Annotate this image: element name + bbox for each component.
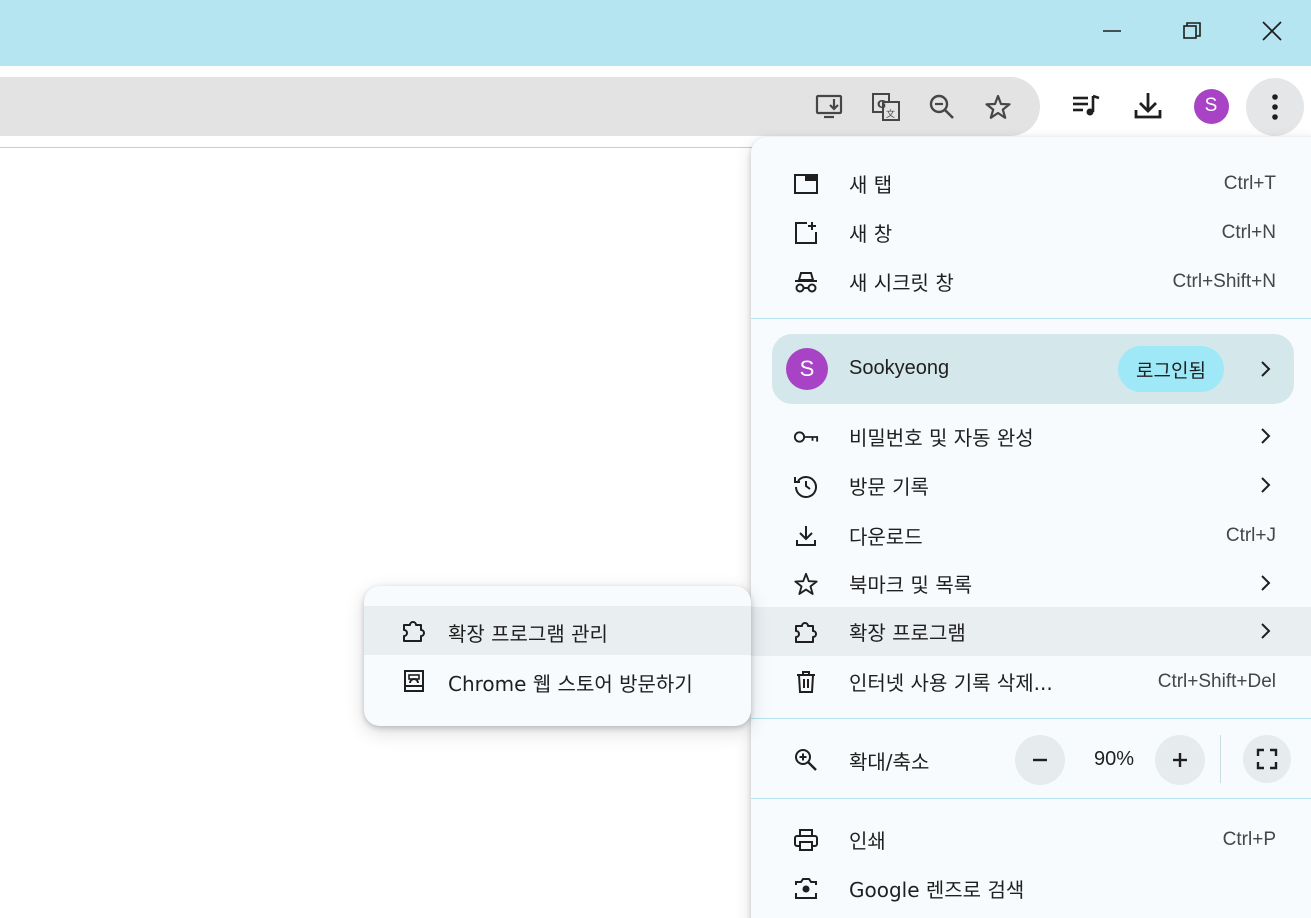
menu-shortcut: Ctrl+J <box>1225 524 1276 546</box>
submenu-item-manage-extensions[interactable]: 확장 프로그램 관리 <box>364 606 751 655</box>
download-icon <box>793 523 819 549</box>
avatar: S <box>1193 88 1229 124</box>
zoom-out-button[interactable] <box>1015 735 1065 785</box>
menu-item-clear-browsing-data[interactable]: 인터넷 사용 기록 삭제... Ctrl+Shift+Del <box>751 657 1311 706</box>
close-icon <box>1262 21 1282 41</box>
web-store-icon <box>401 668 427 694</box>
chevron-right-icon <box>1261 477 1271 493</box>
profile-row[interactable]: S Sookyeong 로그인됨 <box>772 334 1294 404</box>
menu-label: 새 탭 <box>849 173 893 197</box>
minimize-icon <box>1103 30 1121 32</box>
menu-label: Google 렌즈로 검색 <box>849 878 1025 902</box>
extensions-submenu: 확장 프로그램 관리 Chrome 웹 스토어 방문하기 <box>364 586 751 726</box>
translate-button[interactable]: G文 <box>864 85 908 129</box>
more-vert-icon <box>1272 94 1278 120</box>
menu-label: 확대/축소 <box>849 749 930 774</box>
menu-item-google-lens[interactable]: Google 렌즈로 검색 <box>751 864 1311 913</box>
chrome-main-menu: 새 탭 Ctrl+T 새 창 Ctrl+N 새 시크릿 창 Ctrl+Shift… <box>751 137 1311 918</box>
zoom-level: 90% <box>1093 748 1135 770</box>
new-tab-icon <box>793 171 819 197</box>
menu-label: 비밀번호 및 자동 완성 <box>849 426 1034 450</box>
submenu-label: 확장 프로그램 관리 <box>448 622 608 646</box>
menu-item-print[interactable]: 인쇄 Ctrl+P <box>751 815 1311 864</box>
menu-divider <box>751 318 1311 319</box>
download-icon <box>1134 93 1162 119</box>
media-queue-button[interactable] <box>1064 84 1108 128</box>
profile-avatar: S <box>786 348 828 390</box>
menu-label: 확장 프로그램 <box>849 621 966 645</box>
more-menu-button[interactable] <box>1246 78 1304 136</box>
translate-icon: G文 <box>872 93 900 121</box>
menu-divider <box>751 798 1311 799</box>
menu-item-downloads[interactable]: 다운로드 Ctrl+J <box>751 511 1311 560</box>
signed-in-badge: 로그인됨 <box>1118 346 1224 392</box>
svg-text:文: 文 <box>886 108 895 120</box>
menu-shortcut: Ctrl+N <box>1221 221 1276 243</box>
menu-item-incognito[interactable]: 새 시크릿 창 Ctrl+Shift+N <box>751 257 1311 306</box>
chevron-right-icon <box>1261 575 1271 591</box>
puzzle-icon <box>793 619 819 645</box>
fullscreen-button[interactable] <box>1243 735 1291 783</box>
menu-label: 새 시크릿 창 <box>849 271 954 295</box>
chevron-right-icon <box>1261 428 1271 444</box>
profile-button[interactable]: S <box>1189 84 1233 128</box>
new-window-icon <box>793 220 819 246</box>
menu-label: 북마크 및 목록 <box>849 573 973 597</box>
menu-shortcut: Ctrl+Shift+Del <box>1157 670 1276 692</box>
menu-shortcut: Ctrl+Shift+N <box>1172 270 1276 292</box>
close-window-button[interactable] <box>1232 0 1311 62</box>
lens-icon <box>793 876 819 902</box>
submenu-item-web-store[interactable]: Chrome 웹 스토어 방문하기 <box>364 656 751 705</box>
title-bar <box>0 0 1311 66</box>
minimize-button[interactable] <box>1072 0 1152 62</box>
zoom-in-button[interactable] <box>1155 735 1205 785</box>
profile-name: Sookyeong <box>849 357 950 379</box>
chevron-right-icon <box>1261 361 1271 377</box>
minus-icon <box>1033 758 1047 762</box>
menu-label: 인터넷 사용 기록 삭제... <box>849 671 1053 695</box>
menu-item-passwords[interactable]: 비밀번호 및 자동 완성 <box>751 412 1311 461</box>
key-icon <box>793 424 819 450</box>
menu-shortcut: Ctrl+T <box>1223 172 1276 194</box>
svg-text:G: G <box>877 98 886 111</box>
zoom-out-icon <box>929 94 954 119</box>
menu-divider <box>751 718 1311 719</box>
install-app-icon <box>815 94 843 119</box>
menu-item-new-tab[interactable]: 새 탭 Ctrl+T <box>751 159 1311 208</box>
trash-icon <box>793 669 819 695</box>
star-icon <box>985 94 1011 119</box>
restore-icon <box>1183 22 1201 39</box>
install-app-button[interactable] <box>808 85 852 129</box>
menu-item-bookmarks[interactable]: 북마크 및 목록 <box>751 559 1311 608</box>
media-queue-icon <box>1073 94 1100 116</box>
incognito-icon <box>793 269 819 295</box>
menu-item-history[interactable]: 방문 기록 <box>751 461 1311 510</box>
menu-label: 새 창 <box>849 222 893 246</box>
chevron-right-icon <box>1261 623 1271 639</box>
menu-item-new-window[interactable]: 새 창 Ctrl+N <box>751 208 1311 257</box>
menu-label: 다운로드 <box>849 525 923 549</box>
restore-button[interactable] <box>1152 0 1232 62</box>
zoom-divider <box>1220 735 1221 783</box>
zoom-in-icon <box>793 747 819 773</box>
toolbar: G文 S <box>0 66 1311 148</box>
menu-shortcut: Ctrl+P <box>1222 828 1276 850</box>
puzzle-icon <box>401 618 427 644</box>
submenu-label: Chrome 웹 스토어 방문하기 <box>448 672 693 696</box>
star-icon <box>793 571 819 597</box>
menu-item-extensions[interactable]: 확장 프로그램 <box>751 607 1311 656</box>
menu-label: 방문 기록 <box>849 475 929 499</box>
history-icon <box>793 473 819 499</box>
zoom-out-button[interactable] <box>920 85 964 129</box>
bookmark-star-button[interactable] <box>976 85 1020 129</box>
menu-label: 인쇄 <box>849 829 886 853</box>
fullscreen-icon <box>1256 748 1278 770</box>
print-icon <box>793 827 819 853</box>
downloads-button[interactable] <box>1126 84 1170 128</box>
plus-icon <box>1173 753 1187 767</box>
